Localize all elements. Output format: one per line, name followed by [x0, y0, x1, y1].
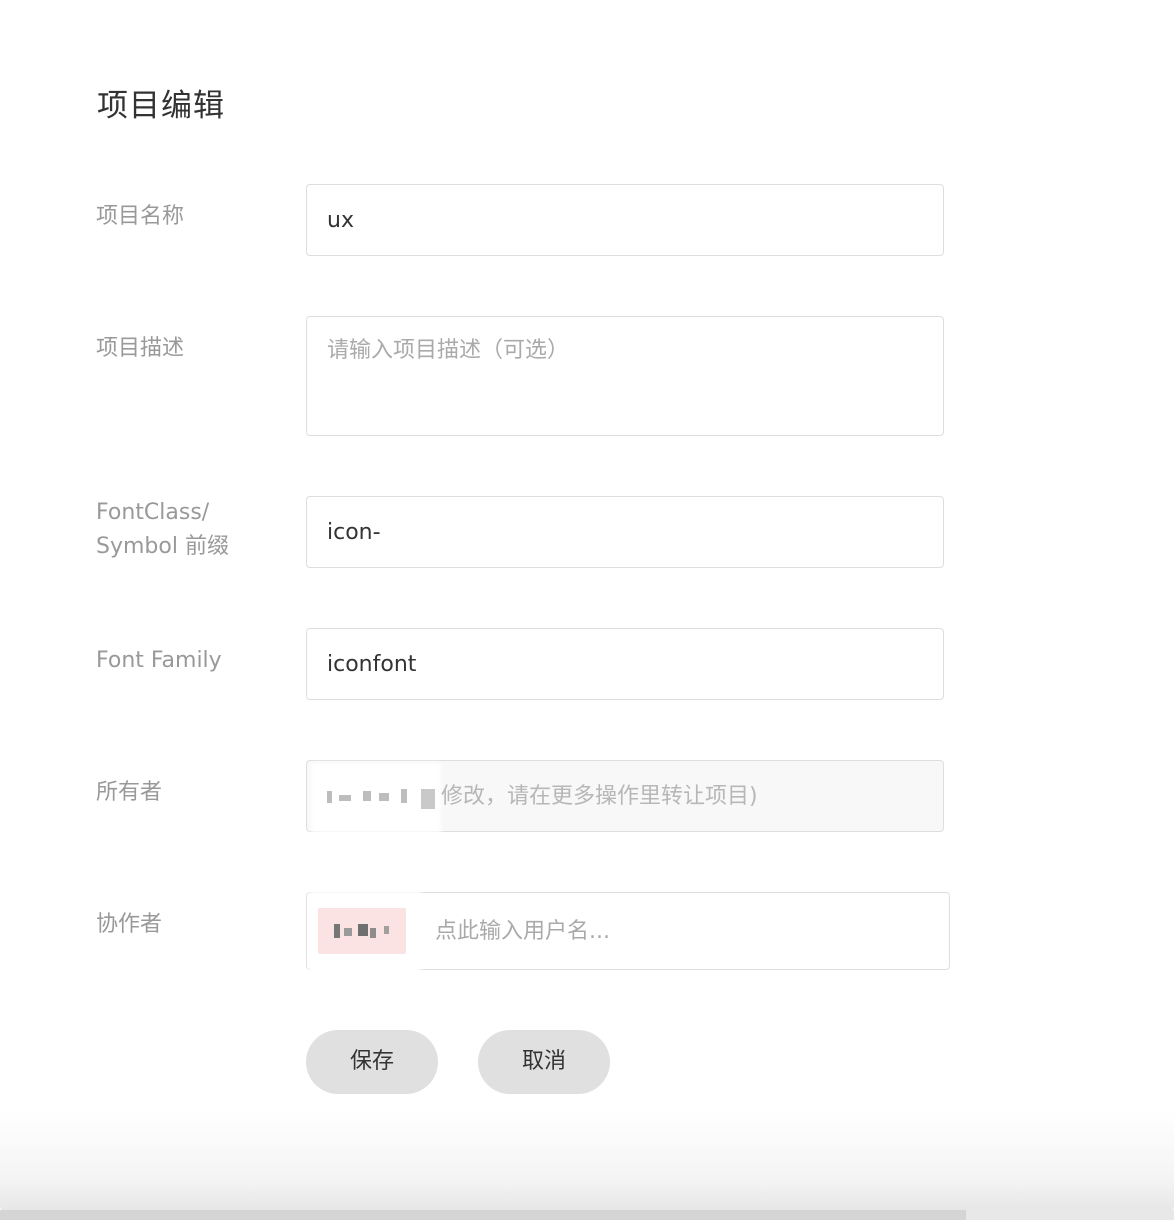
tag-pixel-2	[344, 928, 352, 936]
collaborators-placeholder: 点此输入用户名...	[435, 919, 610, 944]
project-description-label: 项目描述	[96, 336, 185, 361]
project-description-placeholder: 请输入项目描述（可选）	[327, 338, 570, 363]
dialog-title: 项目编辑	[97, 88, 225, 124]
font-family-value: iconfont	[327, 652, 417, 677]
owner-field: 修改，请在更多操作里转让项目)	[306, 760, 944, 833]
project-name-label: 项目名称	[96, 204, 185, 229]
collaborator-tag[interactable]	[318, 908, 406, 954]
project-name-input[interactable]: ux	[306, 184, 944, 256]
owner-pixel-3	[363, 791, 371, 801]
owner-pixel-1	[327, 791, 332, 803]
save-button[interactable]: 保存	[306, 1030, 438, 1094]
prefix-value: icon-	[327, 520, 381, 545]
tag-pixel-3	[358, 924, 368, 936]
owner-pixel-5	[401, 789, 407, 803]
tag-pixel-4	[370, 928, 376, 938]
owner-label: 所有者	[96, 780, 163, 805]
prefix-label-line2: Symbol 前缀	[96, 534, 229, 559]
font-family-input[interactable]: iconfont	[306, 628, 944, 700]
font-family-label: Font Family	[96, 648, 222, 673]
project-description-textarea[interactable]: 请输入项目描述（可选）	[306, 316, 944, 436]
owner-pixel-2	[339, 795, 351, 801]
tag-pixel-1	[334, 924, 340, 938]
owner-pixel-6	[421, 789, 435, 809]
owner-note: 修改，请在更多操作里转让项目)	[441, 784, 758, 809]
cancel-button[interactable]: 取消	[478, 1030, 610, 1094]
collaborators-label: 协作者	[96, 912, 163, 937]
prefix-label-line1: FontClass/	[96, 500, 210, 525]
bottom-scrollbar-thumb[interactable]	[966, 1210, 1174, 1220]
prefix-input[interactable]: icon-	[306, 496, 944, 568]
project-edit-dialog: 项目编辑 项目名称 ux 项目描述 请输入项目描述（可选） FontClass/…	[0, 0, 1174, 1212]
project-name-value: ux	[327, 208, 354, 233]
tag-pixel-5	[384, 926, 389, 934]
page: 项目编辑 项目名称 ux 项目描述 请输入项目描述（可选） FontClass/…	[0, 0, 1174, 1220]
owner-pixel-4	[379, 793, 389, 801]
